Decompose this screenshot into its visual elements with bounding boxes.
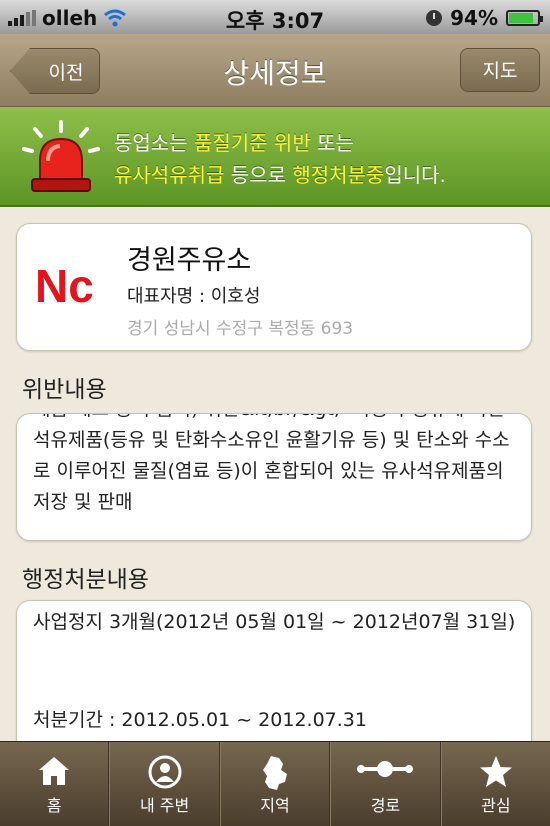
station-name: 경원주유소 [127, 245, 252, 276]
violation-heading: 위반내용 [22, 377, 107, 403]
tab-region[interactable]: 지역 [219, 742, 331, 826]
tab-label: 내 주변 [139, 796, 190, 815]
action-text: 사업정지 3개월(2012년 05월 01일 ~ 2012년07월 31일) [33, 611, 516, 633]
banner-text: 동업소는 [114, 131, 194, 155]
siren-icon [22, 120, 100, 192]
battery-icon [506, 10, 543, 26]
tab-route[interactable]: 경로 [330, 742, 441, 826]
svg-text:Nc: Nc [35, 264, 94, 308]
brand-logo: Nc [35, 264, 94, 308]
action-period: 처분기간 : 2012.05.01 ~ 2012.07.31 [33, 709, 367, 731]
banner-text: 등으로 [224, 163, 293, 187]
tab-favorites[interactable]: 관심 [440, 742, 550, 826]
home-icon [39, 757, 70, 785]
violation-content-box[interactable]: 제품 제조 등의 금지) 위반&lt;br/&gt;- 자동차 등유에 다른 석… [16, 413, 532, 541]
alarm-clock-icon [426, 10, 443, 26]
region-map-icon [263, 756, 288, 790]
battery-percent: 94% [450, 6, 498, 30]
action-content-box[interactable]: 사업정지 3개월(2012년 05월 01일 ~ 2012년07월 31일) 처… [16, 600, 532, 760]
action-heading: 행정처분내용 [22, 567, 149, 593]
map-button[interactable]: 지도 [460, 48, 540, 92]
banner-highlight: 행정처분중 [292, 163, 385, 187]
navigation-bar: 이전 상세정보 지도 [0, 34, 550, 107]
tab-label: 관심 [481, 796, 511, 815]
status-bar: olleh 오후 3:07 94% [0, 0, 550, 34]
tab-label: 지역 [260, 796, 290, 815]
banner-message: 동업소는 품질기준 위반 또는 유사석유취급 등으로 행정처분중입니다. [114, 127, 446, 191]
violation-warning-banner: 동업소는 품질기준 위반 또는 유사석유취급 등으로 행정처분중입니다. [0, 107, 550, 207]
banner-text: 또는 [310, 131, 354, 155]
tab-nearby[interactable]: 내 주변 [109, 742, 220, 826]
star-icon [479, 756, 512, 787]
tab-home[interactable]: 홈 [0, 742, 110, 826]
tab-bar: 홈 내 주변 지역 경로 관심 [0, 741, 550, 826]
banner-text: 입니다. [384, 163, 446, 187]
station-info-card: Nc 경원주유소 대표자명 : 이호성 경기 성남시 수정구 복정동 693 [16, 223, 532, 351]
violation-text: 제품 제조 등의 금지) 위반&lt;br/&gt;- 자동차 등유에 다른 석… [33, 414, 510, 513]
representative-name: 대표자명 : 이호성 [127, 286, 261, 307]
banner-highlight: 유사석유취급 [114, 163, 225, 187]
tab-label: 홈 [46, 796, 62, 815]
station-address: 경기 성남시 수정구 복정동 693 [127, 319, 354, 339]
person-icon [148, 755, 182, 789]
tab-label: 경로 [370, 796, 401, 815]
route-icon [357, 761, 414, 777]
banner-highlight: 품질기준 위반 [193, 131, 311, 155]
